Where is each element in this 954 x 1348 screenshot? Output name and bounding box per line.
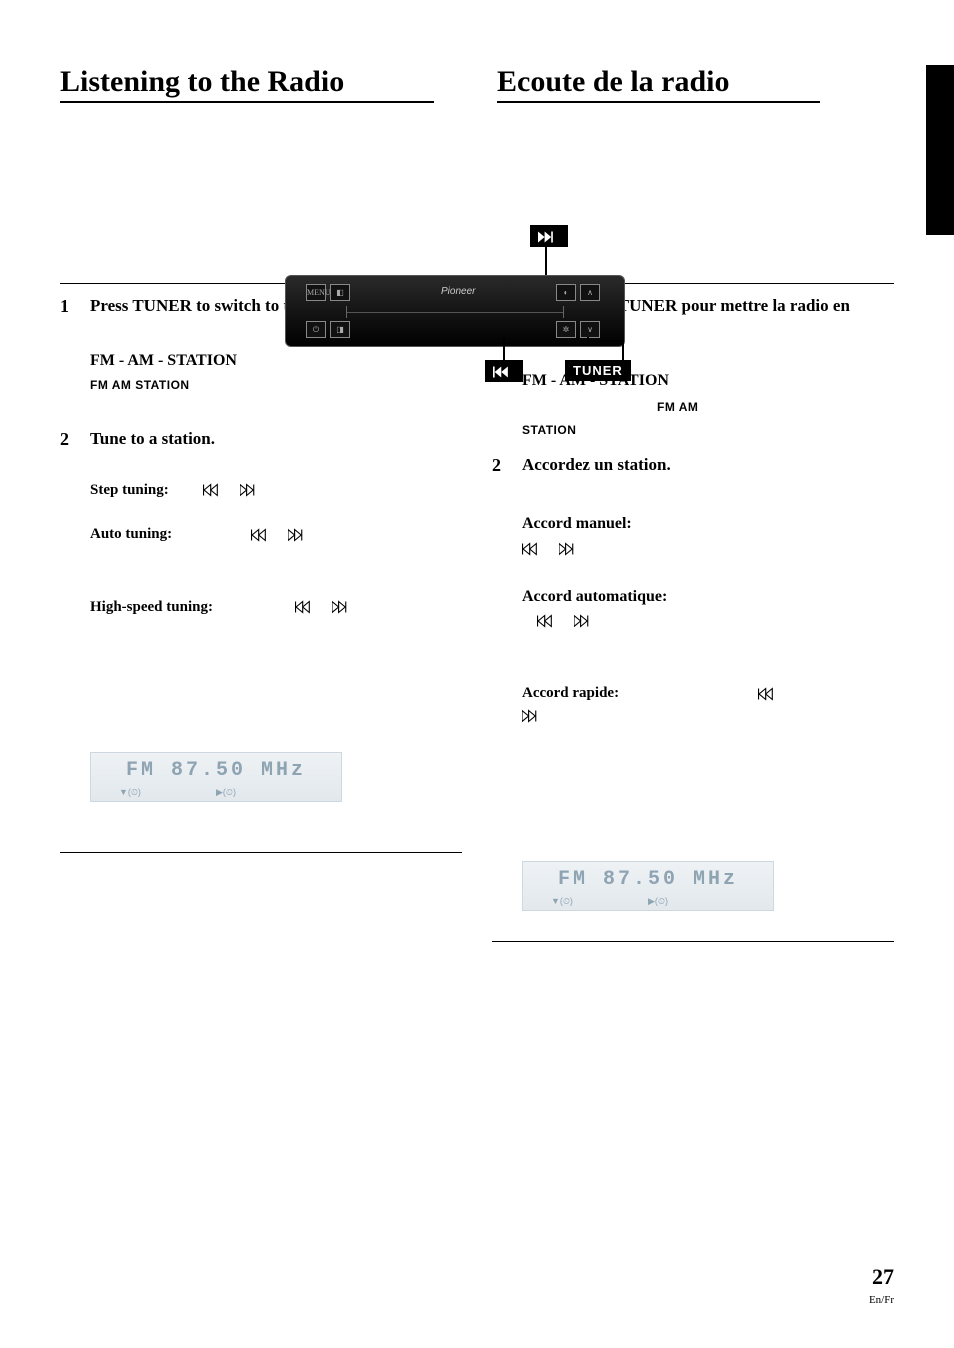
callout-previous-label (485, 360, 523, 382)
step-title: Tune to a station. (90, 429, 462, 449)
title-row: Listening to the Radio Ecoute de la radi… (60, 65, 894, 103)
next-icon (522, 709, 544, 723)
title-left: Listening to the Radio (60, 65, 344, 103)
step-title: Accordez un station. (522, 455, 894, 475)
manual-tuning-label: Accord manuel: (522, 515, 894, 533)
power-button-icon: ⏻ (306, 321, 326, 338)
previous-icon (493, 365, 515, 379)
device-button-icon: ◧ (330, 284, 350, 301)
next-icon (332, 600, 354, 614)
band-cycle-label: FM - AM - STATION (90, 352, 462, 370)
page-lang-label: En/Fr (869, 1294, 894, 1306)
tuning-scale (346, 306, 564, 318)
play-icon: ▶(⏲) (216, 787, 236, 798)
step-number: 1 (60, 296, 90, 397)
previous-icon (758, 687, 780, 701)
previous-icon (537, 614, 559, 628)
step-number: 2 (60, 429, 90, 619)
auto-tuning-label: Auto tuning: (90, 526, 172, 542)
band-caps: FM AM (657, 400, 698, 414)
brand-label: Pioneer (441, 286, 475, 297)
rapid-tuning-label: Accord rapide: (522, 685, 619, 701)
device-button-icon: ◨ (330, 321, 350, 338)
menu-button-icon: MENU (306, 284, 326, 301)
next-icon (240, 483, 262, 497)
lcd-readout: FM 87.50 MHz (91, 759, 341, 782)
left-column: 1 Press TUNER to switch to tuner mode. F… (60, 283, 462, 942)
page-number-value: 27 (869, 1264, 894, 1290)
step-tuning-label: Step tuning: (90, 482, 169, 498)
down-button-icon: ∨ (580, 321, 600, 338)
callout-forward-label (530, 225, 568, 247)
next-icon (559, 542, 581, 556)
band-caps: FM AM STATION (90, 378, 190, 392)
device-illustration: MENU ◧ Pioneer ◐ ∧ ⏻ ◨ ✲ ∨ TUNER (285, 275, 625, 347)
previous-icon (295, 600, 317, 614)
next-icon (288, 528, 310, 542)
right-column: 1 Appuyez sur TUNER pour mettre la radio… (492, 283, 894, 942)
high-speed-tuning-label: High-speed tuning: (90, 599, 213, 615)
manual-page: Listening to the Radio Ecoute de la radi… (0, 0, 954, 1348)
previous-icon (251, 528, 273, 542)
content-columns: 1 Press TUNER to switch to tuner mode. F… (60, 283, 894, 942)
up-button-icon: ∧ (580, 284, 600, 301)
device-button-icon: ✲ (556, 321, 576, 338)
previous-icon (203, 483, 225, 497)
timer-icon: ▼(⏲) (119, 787, 141, 798)
timer-icon: ▼(⏲) (551, 896, 573, 907)
title-right: Ecoute de la radio (497, 65, 730, 103)
step-number: 2 (492, 455, 522, 727)
play-icon: ▶(⏲) (648, 896, 668, 907)
forward-icon (538, 230, 560, 244)
lcd-readout: FM 87.50 MHz (523, 868, 773, 891)
page-number: 27 En/Fr (869, 1264, 894, 1308)
callout-tuner-label: TUNER (565, 360, 631, 381)
band-caps: STATION (522, 423, 576, 437)
previous-icon (522, 542, 544, 556)
edge-tab (926, 65, 954, 235)
auto-tuning-label: Accord automatique: (522, 588, 894, 606)
device-button-icon: ◐ (556, 284, 576, 301)
next-icon (574, 614, 596, 628)
lcd-display: FM 87.50 MHz ▼(⏲) ▶(⏲) (90, 752, 342, 802)
lcd-display: FM 87.50 MHz ▼(⏲) ▶(⏲) (522, 861, 774, 911)
